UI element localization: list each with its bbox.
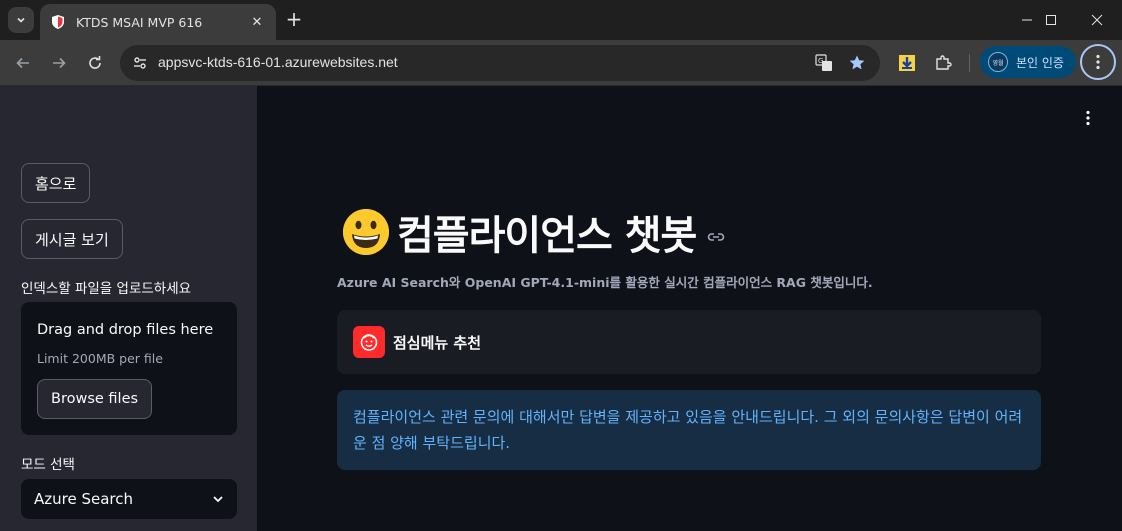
lunch-menu-expander[interactable]: 점심메뉴 추천 — [337, 310, 1041, 374]
extension-download-icon[interactable] — [896, 52, 918, 74]
mode-select-value: Azure Search — [34, 490, 134, 508]
mode-select[interactable]: Azure Search — [21, 479, 237, 519]
chrome-menu-icon[interactable] — [1080, 44, 1116, 80]
reload-icon[interactable] — [83, 51, 107, 75]
dropzone-title: Drag and drop files here — [37, 322, 214, 338]
chevron-down-icon — [17, 17, 25, 23]
info-alert: 컴플라이언스 관련 문의에 대해서만 답변을 제공하고 있음을 안내드립니다. … — [337, 390, 1041, 470]
page-content: 홈으로 게시글 보기 인덱스할 파일을 업로드하세요 Drag and drop… — [0, 86, 1122, 531]
view-posts-button[interactable]: 게시글 보기 — [21, 219, 123, 259]
avatar: 영월 — [988, 52, 1008, 72]
svg-text:G: G — [818, 57, 823, 65]
main-menu-icon[interactable] — [1080, 108, 1096, 128]
tab-close-icon[interactable]: ✕ — [248, 15, 266, 30]
close-icon[interactable] — [1074, 0, 1120, 40]
profile-verify-button[interactable]: 영월 본인 인증 — [980, 46, 1076, 78]
upload-label: 인덱스할 파일을 업로드하세요 — [21, 281, 192, 297]
site-info-icon[interactable] — [128, 51, 152, 75]
forward-icon[interactable] — [47, 51, 71, 75]
tab-title: KTDS MSAI MVP 616 — [76, 14, 203, 30]
home-button[interactable]: 홈으로 — [21, 163, 91, 203]
anchor-link-icon[interactable] — [706, 227, 726, 247]
shield-favicon-icon — [52, 15, 64, 29]
info-alert-text: 컴플라이언스 관련 문의에 대해서만 답변을 제공하고 있음을 안내드립니다. … — [353, 408, 1023, 452]
tab-search-button[interactable] — [8, 7, 34, 33]
page-title: 컴플라이언스 챗봇 — [397, 213, 697, 259]
file-dropzone[interactable]: Drag and drop files here Limit 200MB per… — [21, 302, 237, 435]
extensions-puzzle-icon[interactable] — [932, 52, 954, 74]
maximize-icon[interactable] — [1028, 0, 1074, 40]
translate-icon[interactable]: G — [814, 53, 834, 73]
tab-strip: KTDS MSAI MVP 616 ✕ + — [0, 0, 1122, 40]
url-text: appsvc-ktds-616-01.azurewebsites.net — [158, 54, 398, 70]
chevron-down-icon — [213, 496, 223, 503]
dropzone-limit: Limit 200MB per file — [37, 351, 163, 366]
face-emoji-icon — [353, 326, 385, 358]
address-bar[interactable]: appsvc-ktds-616-01.azurewebsites.net G — [120, 45, 880, 81]
back-icon[interactable] — [11, 51, 35, 75]
browser-toolbar: appsvc-ktds-616-01.azurewebsites.net G 영… — [0, 40, 1122, 86]
page-title-row: 컴플라이언스 챗봇 — [341, 204, 726, 260]
browser-window: KTDS MSAI MVP 616 ✕ + appsvc-ktds-616-01… — [0, 0, 1122, 531]
new-tab-button[interactable]: + — [282, 8, 306, 32]
bookmark-star-icon[interactable] — [847, 53, 867, 73]
browse-files-button[interactable]: Browse files — [37, 379, 153, 419]
grinning-face-icon — [343, 209, 389, 255]
toolbar-divider — [969, 54, 970, 72]
tab-active[interactable]: KTDS MSAI MVP 616 ✕ — [40, 4, 276, 40]
profile-label: 본인 인증 — [1016, 55, 1064, 70]
expander-label: 점심메뉴 추천 — [393, 333, 482, 352]
page-caption: Azure AI Search와 OpenAI GPT-4.1-mini를 활용… — [337, 275, 873, 290]
mode-label: 모드 선택 — [21, 457, 75, 473]
sidebar: 홈으로 게시글 보기 인덱스할 파일을 업로드하세요 Drag and drop… — [0, 86, 257, 531]
